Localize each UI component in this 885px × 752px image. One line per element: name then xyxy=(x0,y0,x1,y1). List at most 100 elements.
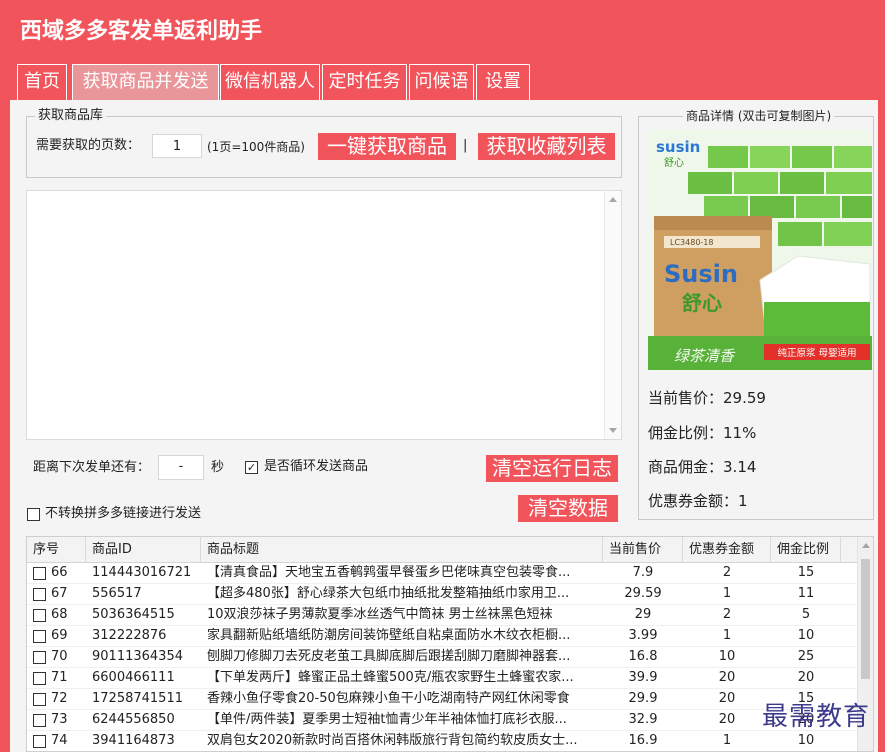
coupon-amount-cell: 1 xyxy=(722,733,732,748)
row-checkbox[interactable] xyxy=(33,609,46,622)
header-filler xyxy=(841,537,857,562)
coupon-amount-cell: 1 xyxy=(722,628,732,643)
row-serial-text: 73 xyxy=(51,712,68,727)
product-id-cell: 6600466111 xyxy=(92,670,175,685)
current-price-cell: 3.99 xyxy=(628,628,658,643)
loop-send-checkbox[interactable]: ✓ xyxy=(245,461,258,474)
logo-brand-text: susin xyxy=(656,138,700,156)
coupon-amount-cell: 10 xyxy=(718,649,736,664)
fetch-library-legend: 获取商品库 xyxy=(35,108,107,124)
coupon-amount-cell: 1 xyxy=(722,586,732,601)
row-checkbox[interactable] xyxy=(33,672,46,685)
tab-home[interactable]: 首页 xyxy=(17,64,67,100)
tab-scheduled-tasks[interactable]: 定时任务 xyxy=(322,64,407,100)
commission-label: 商品佣金： xyxy=(648,458,724,476)
serial-cell: 66 xyxy=(27,563,86,583)
commission-rate-label: 佣金比例： xyxy=(648,424,724,442)
clear-data-button[interactable]: 清空数据 xyxy=(518,495,618,522)
coupon-label: 优惠券金额： xyxy=(648,492,739,510)
loop-send-label: 是否循环发送商品 xyxy=(264,459,369,474)
header-current-price[interactable]: 当前售价 xyxy=(603,537,683,562)
row-checkbox[interactable] xyxy=(33,567,46,580)
table-row[interactable]: 73 6244556850 【单件/两件装】夏季男士短袖t恤青少年半袖体恤打底衫衣服… xyxy=(27,710,857,731)
row-serial-text: 67 xyxy=(51,586,68,601)
serial-cell: 68 xyxy=(27,605,86,625)
product-title-cell: 【单件/两件装】夏季男士短袖t恤青少年半袖体恤打底衫衣服... xyxy=(207,712,567,727)
no-convert-label: 不转换拼多多链接进行发送 xyxy=(45,506,202,521)
current-price-cell: 16.9 xyxy=(628,733,658,748)
product-title-cell: 10双浪莎袜子男薄款夏季冰丝透气中筒袜 男士丝袜黑色短袜 xyxy=(207,607,553,622)
tab-greetings[interactable]: 问候语 xyxy=(409,64,474,100)
scrollbar-thumb[interactable] xyxy=(861,559,870,679)
current-price-line: 当前售价：29.59 xyxy=(648,388,766,408)
scroll-up-icon[interactable] xyxy=(862,543,870,548)
header-commission-rate[interactable]: 佣金比例 xyxy=(771,537,841,562)
commission-rate-cell: 10 xyxy=(797,733,815,748)
current-price-cell: 7.9 xyxy=(632,565,654,580)
row-checkbox[interactable] xyxy=(33,714,46,727)
product-id-cell: 3941164873 xyxy=(92,733,175,748)
product-id-cell: 5036364515 xyxy=(92,607,175,622)
serial-cell: 67 xyxy=(27,584,86,604)
table-row[interactable]: 68 5036364515 10双浪莎袜子男薄款夏季冰丝透气中筒袜 男士丝袜黑色短袜… xyxy=(27,605,857,626)
header-serial[interactable]: 序号 xyxy=(27,537,86,562)
row-checkbox[interactable] xyxy=(33,630,46,643)
product-title-cell: 【清真食品】天地宝五香鹌鹑蛋早餐蛋乡巴佬味真空包装零食... xyxy=(207,565,571,580)
run-log-textarea[interactable] xyxy=(27,191,604,439)
countdown-label: 距离下次发单还有： xyxy=(33,460,151,475)
row-serial-text: 69 xyxy=(51,628,68,643)
product-table: 序号 商品ID 商品标题 当前售价 优惠券金额 佣金比例 66 114443016… xyxy=(26,536,874,752)
serial-cell: 70 xyxy=(27,647,86,667)
pages-label: 需要获取的页数： xyxy=(36,138,141,153)
product-detail-legend: 商品详情 (双击可复制图片) xyxy=(683,108,835,124)
header-product-title[interactable]: 商品标题 xyxy=(201,537,603,562)
row-serial-text: 68 xyxy=(51,607,68,622)
tab-settings[interactable]: 设置 xyxy=(476,64,530,100)
box-cn-text: 舒心 xyxy=(682,291,722,315)
table-row[interactable]: 74 3941164873 双肩包女2020新款时尚百搭休闲韩版旅行背包简约软皮质女… xyxy=(27,731,857,751)
product-id-cell: 556517 xyxy=(92,586,142,601)
row-checkbox[interactable] xyxy=(33,651,46,664)
commission-rate-cell: 5 xyxy=(801,607,811,622)
header-coupon-amount[interactable]: 优惠券金额 xyxy=(683,537,771,562)
table-row[interactable]: 67 556517 【超多480张】舒心绿茶大包纸巾抽纸批发整箱抽纸巾家用卫... 2… xyxy=(27,584,857,605)
fetch-products-button[interactable]: 一键获取商品 xyxy=(318,133,456,160)
table-row[interactable]: 70 90111364354 刨脚刀修脚刀去死皮老茧工具脚底脚后跟搓刮脚刀磨脚神器套… xyxy=(27,647,857,668)
serial-cell: 74 xyxy=(27,731,86,751)
header-product-id[interactable]: 商品ID xyxy=(86,537,201,562)
current-price-label: 当前售价： xyxy=(648,389,724,407)
scroll-down-icon[interactable] xyxy=(609,428,617,433)
product-image[interactable]: susin 舒心 LC3480-18 Susin 舒心 绿茶清香 纯正原浆 母婴… xyxy=(648,130,872,370)
table-body: 66 114443016721 【清真食品】天地宝五香鹌鹑蛋早餐蛋乡巴佬味真空包装零… xyxy=(27,563,857,751)
coupon-amount-cell: 2 xyxy=(722,565,732,580)
coupon-amount-cell: 20 xyxy=(718,670,736,685)
table-row[interactable]: 72 17258741511 香辣小鱼仔零食20-50包麻辣小鱼干小吃湖南特产网红休… xyxy=(27,689,857,710)
no-convert-checkbox[interactable]: ✓ xyxy=(27,508,40,521)
tab-wechat-bot[interactable]: 微信机器人 xyxy=(220,64,320,100)
tab-fetch-and-send[interactable]: 获取商品并发送 xyxy=(72,64,219,100)
product-title-cell: 家具翻新贴纸墙纸防潮房间装饰壁纸自粘桌面防水木纹衣柜橱... xyxy=(207,628,571,643)
product-title-cell: 刨脚刀修脚刀去死皮老茧工具脚底脚后跟搓刮脚刀磨脚神器套... xyxy=(207,649,571,664)
row-serial-text: 72 xyxy=(51,691,68,706)
countdown-field: - xyxy=(158,455,204,480)
row-checkbox[interactable] xyxy=(33,693,46,706)
table-row[interactable]: 71 6600466111 【下单发两斤】蜂蜜正品土蜂蜜500克/瓶农家野生土蜂蜜农… xyxy=(27,668,857,689)
row-checkbox[interactable] xyxy=(33,588,46,601)
log-scrollbar[interactable] xyxy=(604,191,621,439)
seconds-unit: 秒 xyxy=(211,460,225,475)
fetch-favorites-button[interactable]: 获取收藏列表 xyxy=(478,133,615,160)
logo-cn-text: 舒心 xyxy=(664,156,684,169)
table-row[interactable]: 66 114443016721 【清真食品】天地宝五香鹌鹑蛋早餐蛋乡巴佬味真空包装零… xyxy=(27,563,857,584)
pages-input[interactable] xyxy=(152,134,202,158)
clear-log-button[interactable]: 清空运行日志 xyxy=(486,455,618,482)
pages-note: (1页=100件商品) xyxy=(207,140,305,154)
row-checkbox[interactable] xyxy=(33,735,46,748)
checkmark-icon: ✓ xyxy=(246,461,257,474)
table-row[interactable]: 69 312222876 家具翻新贴纸墙纸防潮房间装饰壁纸自粘桌面防水木纹衣柜橱..… xyxy=(27,626,857,647)
product-title-cell: 【下单发两斤】蜂蜜正品土蜂蜜500克/瓶农家野生土蜂蜜农家... xyxy=(207,670,574,685)
scroll-up-icon[interactable] xyxy=(609,197,617,202)
product-title-cell: 香辣小鱼仔零食20-50包麻辣小鱼干小吃湖南特产网红休闲零食 xyxy=(207,691,570,706)
serial-cell: 73 xyxy=(27,710,86,730)
button-divider: | xyxy=(463,138,468,153)
table-header: 序号 商品ID 商品标题 当前售价 优惠券金额 佣金比例 xyxy=(27,537,857,563)
